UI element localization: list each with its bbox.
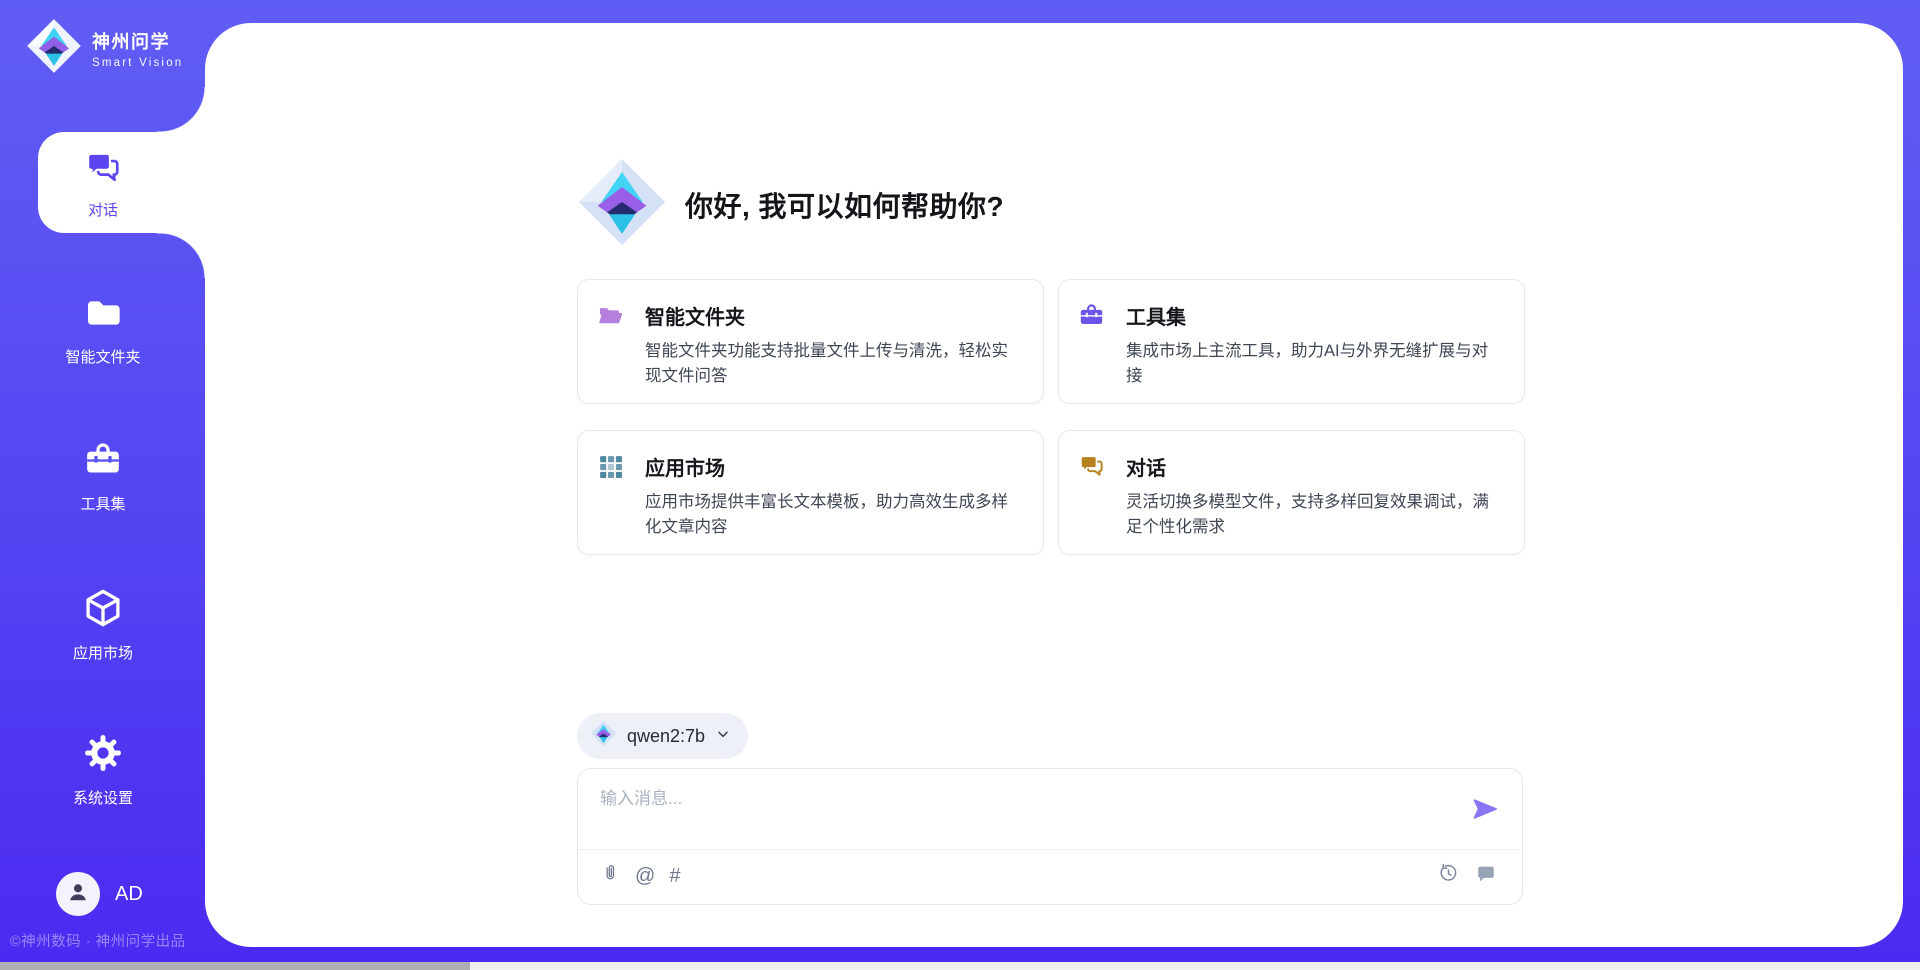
- horizontal-scrollbar: [0, 962, 1920, 970]
- chat-bubbles-icon: [1078, 453, 1105, 485]
- brand-title: 神州问学: [92, 28, 183, 54]
- sidebar-item-label: 对话: [88, 199, 118, 220]
- card-title: 应用市场: [645, 452, 1019, 481]
- sidebar-item-tools[interactable]: 工具集: [0, 440, 206, 514]
- hashtag-button[interactable]: #: [669, 865, 680, 888]
- card-title: 智能文件夹: [645, 301, 1019, 330]
- card-description: 灵活切换多模型文件，支持多样回复效果调试，满足个性化需求: [1126, 490, 1500, 540]
- composer: @ #: [577, 768, 1523, 905]
- brand: 神州问学 Smart Vision: [26, 18, 183, 79]
- card-description: 智能文件夹功能支持批量文件上传与清洗，轻松实现文件问答: [645, 339, 1019, 389]
- main-panel: 你好, 我可以如何帮助你? 智能文件夹 智能文件夹功能支持批量文件上传与清洗，轻…: [205, 23, 1903, 947]
- card-smart-folders[interactable]: 智能文件夹 智能文件夹功能支持批量文件上传与清洗，轻松实现文件问答: [577, 279, 1044, 404]
- send-icon: [1471, 811, 1499, 826]
- sidebar-item-label: 应用市场: [73, 642, 133, 663]
- chevron-down-icon: [715, 726, 731, 747]
- grid-icon: [597, 453, 624, 485]
- composer-divider: [578, 849, 1522, 850]
- history-button[interactable]: [1437, 862, 1460, 891]
- mention-button[interactable]: @: [635, 865, 655, 888]
- message-input[interactable]: [600, 784, 1410, 840]
- sidebar-item-folders[interactable]: 智能文件夹: [0, 293, 206, 367]
- comment-button[interactable]: [1475, 863, 1497, 891]
- footer-credit: ©神州数码 · 神州问学出品: [10, 930, 186, 951]
- greeting-diamond-icon: [577, 157, 667, 252]
- greeting: 你好, 我可以如何帮助你?: [577, 157, 1004, 252]
- paperclip-icon: [600, 862, 621, 891]
- model-selector[interactable]: qwen2:7b: [577, 713, 748, 759]
- sidebar-item-label: 工具集: [80, 493, 125, 514]
- cube-icon: [82, 587, 124, 634]
- greeting-title: 你好, 我可以如何帮助你?: [685, 185, 1004, 225]
- history-icon: [1437, 862, 1460, 891]
- send-button[interactable]: [1471, 795, 1499, 826]
- sidebar-item-chat[interactable]: 对话: [38, 132, 206, 233]
- hash-icon: #: [669, 865, 680, 888]
- user-account[interactable]: AD: [56, 872, 143, 916]
- brand-subtitle: Smart Vision: [92, 57, 183, 69]
- scrollbar-thumb[interactable]: [0, 962, 470, 970]
- card-title: 工具集: [1126, 301, 1500, 330]
- tab-fillet-bottom: [157, 233, 205, 278]
- card-description: 应用市场提供丰富长文本模板，助力高效生成多样化文章内容: [645, 490, 1019, 540]
- card-chat[interactable]: 对话 灵活切换多模型文件，支持多样回复效果调试，满足个性化需求: [1058, 430, 1525, 555]
- brand-diamond-icon: [26, 18, 82, 79]
- at-icon: @: [635, 865, 655, 888]
- model-diamond-icon: [590, 720, 617, 752]
- briefcase-icon: [1078, 302, 1105, 334]
- tab-fillet-top: [157, 87, 205, 132]
- sidebar-item-label: 智能文件夹: [65, 346, 140, 367]
- app-window: 神州问学 Smart Vision 对话 智能文件夹: [0, 0, 1920, 970]
- card-title: 对话: [1126, 452, 1500, 481]
- attach-button[interactable]: [600, 862, 621, 891]
- card-toolset[interactable]: 工具集 集成市场上主流工具，助力AI与外界无缝扩展与对接: [1058, 279, 1525, 404]
- feature-cards: 智能文件夹 智能文件夹功能支持批量文件上传与清洗，轻松实现文件问答 工具集: [577, 279, 1525, 555]
- gear-icon: [82, 732, 124, 779]
- person-icon: [65, 879, 91, 910]
- chat-bubbles-icon: [84, 132, 122, 192]
- model-name: qwen2:7b: [627, 726, 705, 747]
- sidebar-item-settings[interactable]: 系统设置: [0, 732, 206, 808]
- card-app-market[interactable]: 应用市场 应用市场提供丰富长文本模板，助力高效生成多样化文章内容: [577, 430, 1044, 555]
- avatar: [56, 872, 100, 916]
- folder-icon: [83, 293, 123, 338]
- sidebar-item-label: 系统设置: [73, 787, 133, 808]
- card-description: 集成市场上主流工具，助力AI与外界无缝扩展与对接: [1126, 339, 1500, 389]
- folder-open-icon: [597, 302, 624, 334]
- briefcase-icon: [83, 440, 123, 485]
- user-name: AD: [115, 883, 143, 906]
- comment-icon: [1475, 863, 1497, 891]
- sidebar-item-market[interactable]: 应用市场: [0, 587, 206, 663]
